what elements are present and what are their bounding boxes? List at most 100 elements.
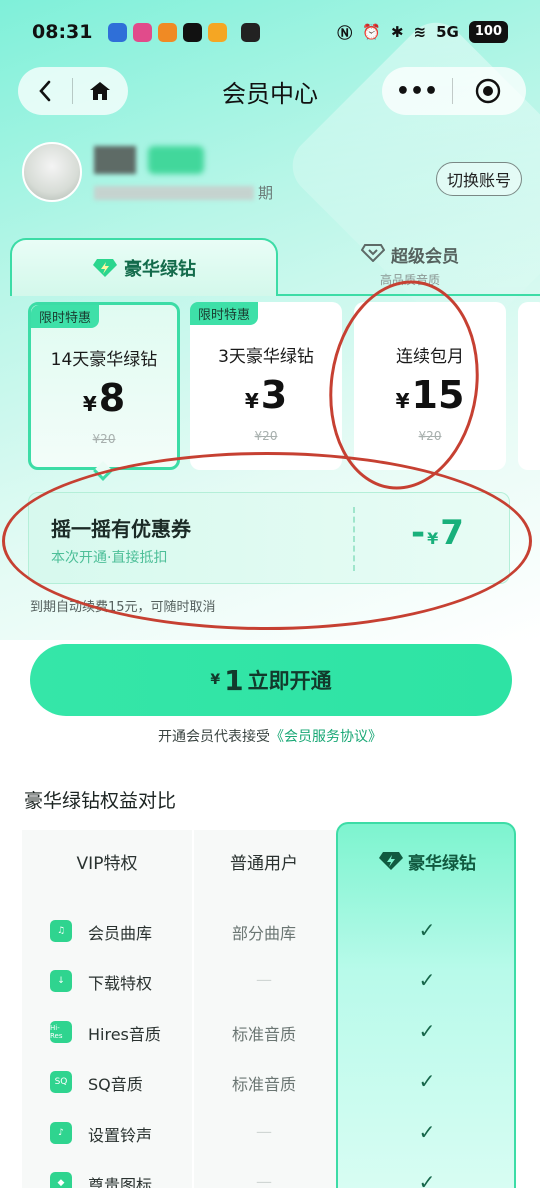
check-icon: ✓: [418, 1169, 436, 1188]
plan-card-monthly[interactable]: 连续包月 ¥15 ¥20: [354, 302, 506, 470]
row-normal-value: —: [256, 970, 272, 990]
tab-sublabel: 高品质音质: [379, 273, 440, 287]
lightning-diamond-icon: [93, 259, 117, 277]
alarm-icon: ⏰: [362, 23, 381, 41]
row-normal-value: 标准音质: [231, 1024, 296, 1044]
table-row: SQ SQ音质 标准音质 ✓: [22, 1059, 518, 1109]
button-amount: 1: [224, 663, 244, 697]
plan-name: 3天豪华绿钻: [218, 347, 314, 367]
nav-bar: 会员中心 •••: [0, 64, 540, 120]
coupon-subtitle: 本次开通·直接抵扣: [51, 550, 168, 566]
compare-title: 豪华绿钻权益对比: [24, 790, 177, 812]
check-icon: ✓: [418, 1018, 436, 1043]
sq-icon: SQ: [50, 1071, 72, 1094]
membership-tabs: 豪华绿钻 超级会员 高品质音质: [10, 238, 540, 298]
plan-cards: 限时特惠 14天豪华绿钻 ¥8 ¥20 限时特惠 3天豪华绿钻 ¥3 ¥20 连…: [0, 300, 540, 481]
profile-section: 期 切换账号: [22, 140, 522, 210]
more-button[interactable]: •••: [382, 67, 452, 115]
bluetooth-icon: ✱: [390, 23, 404, 41]
music-library-icon: ♫: [50, 920, 72, 942]
plan-card-3-day[interactable]: 限时特惠 3天豪华绿钻 ¥3 ¥20: [190, 302, 342, 470]
expiry-date-blurred: [94, 186, 254, 200]
row-normal-value: 部分曲库: [231, 924, 296, 943]
notification-icons: [108, 22, 261, 42]
app-notification-icon: [108, 22, 128, 42]
switch-account-button[interactable]: 切换账号: [436, 162, 522, 196]
status-bar: 08:31 Ⓝ ⏰ ✱ ≋ 5G 100: [0, 0, 540, 64]
row-label: 尊贵图标: [88, 1175, 153, 1188]
auto-renew-note: 到期自动续费15元，可随时取消: [30, 600, 216, 615]
tab-super-vip[interactable]: 超级会员 高品质音质: [290, 242, 530, 292]
system-icons: Ⓝ ⏰ ✱ ≋ 5G 100: [337, 21, 508, 43]
benefits-table: VIP特权 普通用户 豪华绿钻 ♫ 会员曲库 部分曲库 ✓ ↓ 下载特权 — ✓…: [22, 822, 518, 1188]
button-currency: ¥: [210, 672, 221, 688]
plan-price: ¥8: [82, 376, 126, 420]
plan-name: 14天豪华绿钻: [50, 350, 158, 370]
signal-icon: 5G: [436, 23, 459, 41]
tiktok-icon: [183, 22, 203, 42]
original-price: ¥20: [254, 429, 278, 443]
plan-price: ¥3: [244, 373, 288, 417]
row-label: 下载特权: [88, 974, 153, 994]
plan-name: 连续包月: [396, 347, 464, 367]
table-row: ↓ 下载特权 — ✓: [22, 958, 518, 1008]
row-normal-value: —: [256, 1171, 272, 1188]
check-icon: ✓: [418, 968, 436, 993]
battery-icon: 100: [468, 21, 508, 43]
expiry-suffix: 期: [258, 184, 274, 202]
header-vip: VIP特权: [76, 853, 138, 874]
bell-icon: ♪: [50, 1121, 72, 1144]
download-icon: ↓: [50, 970, 72, 993]
original-price: ¥20: [418, 429, 442, 443]
table-rows: ♫ 会员曲库 部分曲库 ✓ ↓ 下载特权 — ✓ Hi-Res Hires音质 …: [22, 908, 518, 1188]
limited-offer-tag: 限时特惠: [190, 302, 259, 325]
coupon-title: 摇一摇有优惠券: [51, 517, 191, 541]
table-row: ◆ 尊贵图标 — ✓: [22, 1160, 518, 1188]
tab-label: 豪华绿钻: [124, 259, 196, 280]
close-miniprogram-button[interactable]: [453, 67, 523, 115]
coupon-divider: [353, 507, 355, 571]
row-label: 会员曲库: [88, 924, 153, 943]
agreement-prefix: 开通会员代表接受: [158, 729, 270, 745]
tab-luxury-green-diamond[interactable]: 豪华绿钻: [10, 238, 278, 296]
row-normal-value: 标准音质: [231, 1075, 296, 1095]
check-icon: ✓: [418, 918, 436, 942]
agreement-text: 开通会员代表接受《会员服务协议》: [0, 726, 540, 746]
nav-right-capsule: •••: [382, 67, 526, 115]
vip-badge-blurred: [148, 146, 204, 174]
app-notification-icon: [208, 22, 228, 42]
coupon-card[interactable]: 摇一摇有优惠券 本次开通·直接抵扣 - ¥7: [28, 492, 510, 584]
row-label: Hires音质: [88, 1024, 161, 1044]
tab-divider: [278, 294, 540, 296]
nfc-icon: Ⓝ: [337, 23, 353, 42]
button-label: 立即开通: [247, 669, 332, 693]
username-blurred: [94, 146, 136, 174]
avatar[interactable]: [22, 142, 82, 202]
table-row: ♫ 会员曲库 部分曲库 ✓: [22, 908, 518, 958]
service-agreement-link[interactable]: 《会员服务协议》: [270, 729, 382, 745]
clock: 08:31: [32, 21, 93, 43]
table-row: ♪ 设置铃声 — ✓: [22, 1110, 518, 1160]
wifi-icon: ≋: [413, 23, 427, 41]
badge-icon: ◆: [50, 1171, 72, 1188]
row-normal-value: —: [256, 1121, 272, 1141]
plan-card-14-day[interactable]: 限时特惠 14天豪华绿钻 ¥8 ¥20: [28, 302, 180, 470]
check-icon: ✓: [418, 1069, 436, 1094]
original-price: ¥20: [92, 432, 116, 446]
table-header: VIP特权 普通用户 豪华绿钻: [22, 830, 518, 892]
coupon-amount: - ¥7: [411, 513, 464, 553]
table-row: Hi-Res Hires音质 标准音质 ✓: [22, 1009, 518, 1059]
row-label: SQ音质: [88, 1075, 143, 1095]
open-membership-button[interactable]: ¥ 1 立即开通: [30, 644, 512, 716]
app-notification-icon: [133, 22, 153, 42]
hires-icon: Hi-Res: [50, 1020, 72, 1043]
plan-card-partial[interactable]: [518, 302, 540, 470]
target-icon: [475, 78, 501, 104]
plan-price: ¥15: [395, 373, 465, 417]
app-notification-icon: [158, 22, 178, 42]
more-notifications-dot: [241, 22, 261, 42]
diamond-icon: [360, 244, 386, 263]
tab-label: 超级会员: [390, 247, 459, 267]
lightning-diamond-icon: [379, 852, 403, 870]
header-green-diamond: 豪华绿钻: [338, 830, 516, 892]
